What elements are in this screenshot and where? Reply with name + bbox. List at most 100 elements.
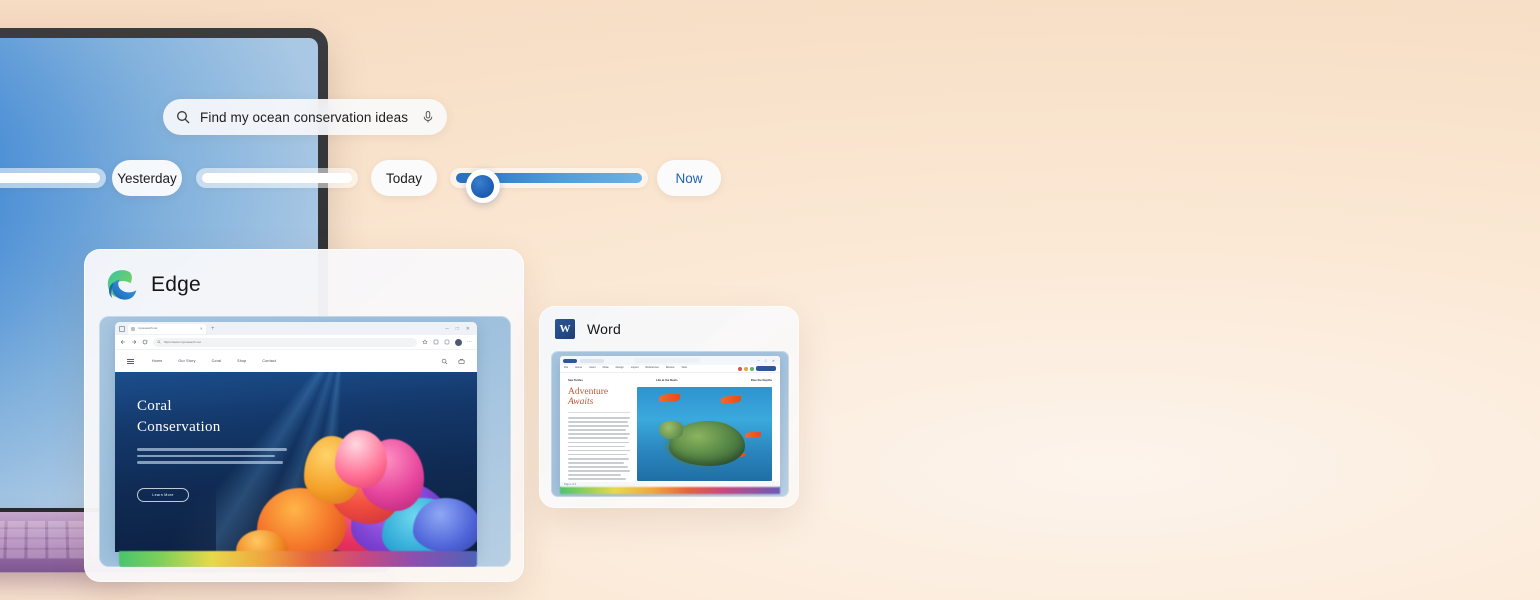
back-icon[interactable] (120, 339, 126, 345)
yesterday-label: Yesterday (117, 170, 177, 186)
edge-icon (107, 270, 137, 300)
ribbon-tab-draw[interactable]: Draw (603, 367, 609, 370)
new-tab-icon[interactable]: + (211, 326, 215, 332)
word-window: ─ □ ✕ File Home Insert Draw Design Layou… (560, 356, 780, 488)
hamburger-menu-icon[interactable] (127, 358, 134, 364)
browser-tab[interactable]: myresearch.net ✕ (128, 323, 206, 334)
hero-paragraph (137, 448, 287, 468)
ribbon-tab-insert[interactable]: Insert (589, 367, 596, 370)
close-icon[interactable]: ✕ (466, 326, 470, 332)
nav-link-our-story[interactable]: Our Story (178, 359, 195, 363)
forward-icon[interactable] (131, 339, 137, 345)
desktop-wallpaper-strip (560, 487, 780, 494)
window-controls: ─ □ ✕ (757, 359, 777, 363)
document-title-line2: Awaits (568, 397, 594, 408)
website-hero-section: Coral Conservation Learn More (115, 372, 477, 552)
divider (568, 412, 630, 414)
word-ribbon-actions (738, 366, 776, 371)
minimize-icon[interactable]: ─ (445, 326, 449, 332)
edge-card-title: Edge (151, 273, 201, 296)
presence-avatar[interactable] (750, 366, 754, 371)
presence-avatar[interactable] (738, 366, 742, 371)
ribbon-tab-review[interactable]: Review (666, 367, 675, 370)
address-bar[interactable]: https://www.myresearch.net (153, 337, 417, 347)
recall-timeline[interactable]: Yesterday Today Now (0, 160, 760, 203)
edge-card-header: Edge (85, 250, 523, 302)
browser-toolbar-actions: ⋯ (422, 338, 472, 346)
ribbon-tab-home[interactable]: Home (575, 367, 582, 370)
recall-timeline-screen: ─ □ ✕ (0, 0, 1540, 600)
document-left-column: Adventure Awaits (568, 387, 630, 488)
website-navbar: Home Our Story Coral Shop Contact (115, 349, 477, 372)
search-icon (157, 340, 161, 344)
edge-screenshot-thumbnail[interactable]: myresearch.net ✕ + ─ □ ✕ https://www.myr… (99, 316, 511, 567)
word-document-page: Sea Turtles Life at the Reefs Dive the D… (560, 373, 780, 488)
nav-link-coral[interactable]: Coral (212, 359, 222, 363)
timeline-label-now[interactable]: Now (657, 160, 721, 196)
timeline-slider-track[interactable] (450, 168, 648, 203)
cart-icon[interactable] (458, 358, 465, 365)
ribbon-tab-design[interactable]: Design (616, 367, 624, 370)
word-card-title: Word (587, 321, 621, 337)
maximize-icon[interactable]: □ (765, 359, 767, 363)
now-label: Now (675, 170, 703, 186)
column-heading: Sea Turtles (568, 378, 583, 382)
ribbon-tab-references[interactable]: References (646, 367, 659, 370)
microphone-icon[interactable] (421, 109, 435, 125)
app-card-edge[interactable]: Edge myresearch.net ✕ + ─ □ ✕ https://ww… (84, 249, 524, 582)
document-body-text (568, 417, 630, 488)
edge-browser-window: myresearch.net ✕ + ─ □ ✕ https://www.myr… (115, 322, 477, 552)
timeline-label-yesterday[interactable]: Yesterday (112, 160, 182, 196)
favicon-icon (131, 326, 135, 331)
word-search-box[interactable] (634, 358, 701, 363)
hero-learn-more-button[interactable]: Learn More (137, 488, 189, 502)
document-columns: Adventure Awaits (568, 386, 772, 488)
tab-search-icon[interactable] (119, 325, 125, 332)
browser-tabstrip: myresearch.net ✕ + ─ □ ✕ (115, 322, 477, 335)
avatar[interactable] (455, 338, 462, 346)
today-label: Today (385, 170, 423, 186)
hero-title-line1: Coral (137, 398, 172, 414)
app-card-word[interactable]: W Word ─ □ ✕ File Home Insert Draw Desig… (539, 306, 799, 508)
nav-link-shop[interactable]: Shop (237, 359, 246, 363)
site-search-icon[interactable] (441, 358, 448, 365)
hero-button-label: Learn More (152, 493, 174, 497)
favorites-icon[interactable] (422, 339, 428, 345)
hero-title-line2: Conservation (137, 419, 221, 436)
document-sea-turtle-image (637, 386, 772, 481)
document-title: Adventure Awaits (568, 387, 630, 408)
settings-more-icon[interactable]: ⋯ (467, 339, 472, 345)
word-icon: W (555, 319, 575, 339)
search-input[interactable]: Find my ocean conservation ideas (200, 110, 421, 125)
recall-search-bar[interactable]: Find my ocean conservation ideas (163, 99, 447, 135)
website-nav-actions (441, 358, 465, 365)
timeline-slider-thumb[interactable] (465, 169, 500, 203)
presence-avatar[interactable] (744, 366, 748, 371)
document-name[interactable] (580, 358, 604, 363)
nav-link-home[interactable]: Home (152, 359, 162, 363)
timeline-segment-yesterday[interactable] (196, 168, 358, 188)
column-heading: Life at the Reefs (656, 378, 678, 382)
minimize-icon[interactable]: ─ (757, 359, 759, 363)
tab-close-icon[interactable]: ✕ (200, 326, 203, 331)
ribbon-tab-view[interactable]: View (681, 367, 687, 370)
ribbon-tab-layout[interactable]: Layout (631, 367, 639, 370)
autosave-toggle[interactable] (563, 358, 577, 363)
turtle-head (658, 420, 683, 440)
maximize-icon[interactable]: □ (456, 326, 459, 332)
document-column-headings: Sea Turtles Life at the Reefs Dive the D… (568, 379, 772, 382)
word-titlebar: ─ □ ✕ (560, 356, 780, 365)
browser-toolbar: https://www.myresearch.net ⋯ (115, 335, 477, 349)
timeline-label-today[interactable]: Today (371, 160, 437, 196)
nav-link-contact[interactable]: Contact (262, 359, 276, 363)
extensions-icon[interactable] (444, 339, 450, 345)
collections-icon[interactable] (433, 339, 439, 345)
refresh-icon[interactable] (142, 339, 148, 345)
window-controls: ─ □ ✕ (445, 326, 473, 332)
word-screenshot-thumbnail[interactable]: ─ □ ✕ File Home Insert Draw Design Layou… (551, 351, 789, 497)
timeline-segment-past[interactable] (0, 168, 106, 188)
close-icon[interactable]: ✕ (772, 359, 775, 363)
document-title-line1: Adventure (568, 386, 609, 397)
share-button[interactable] (756, 366, 776, 371)
ribbon-tab-file[interactable]: File (564, 367, 568, 370)
